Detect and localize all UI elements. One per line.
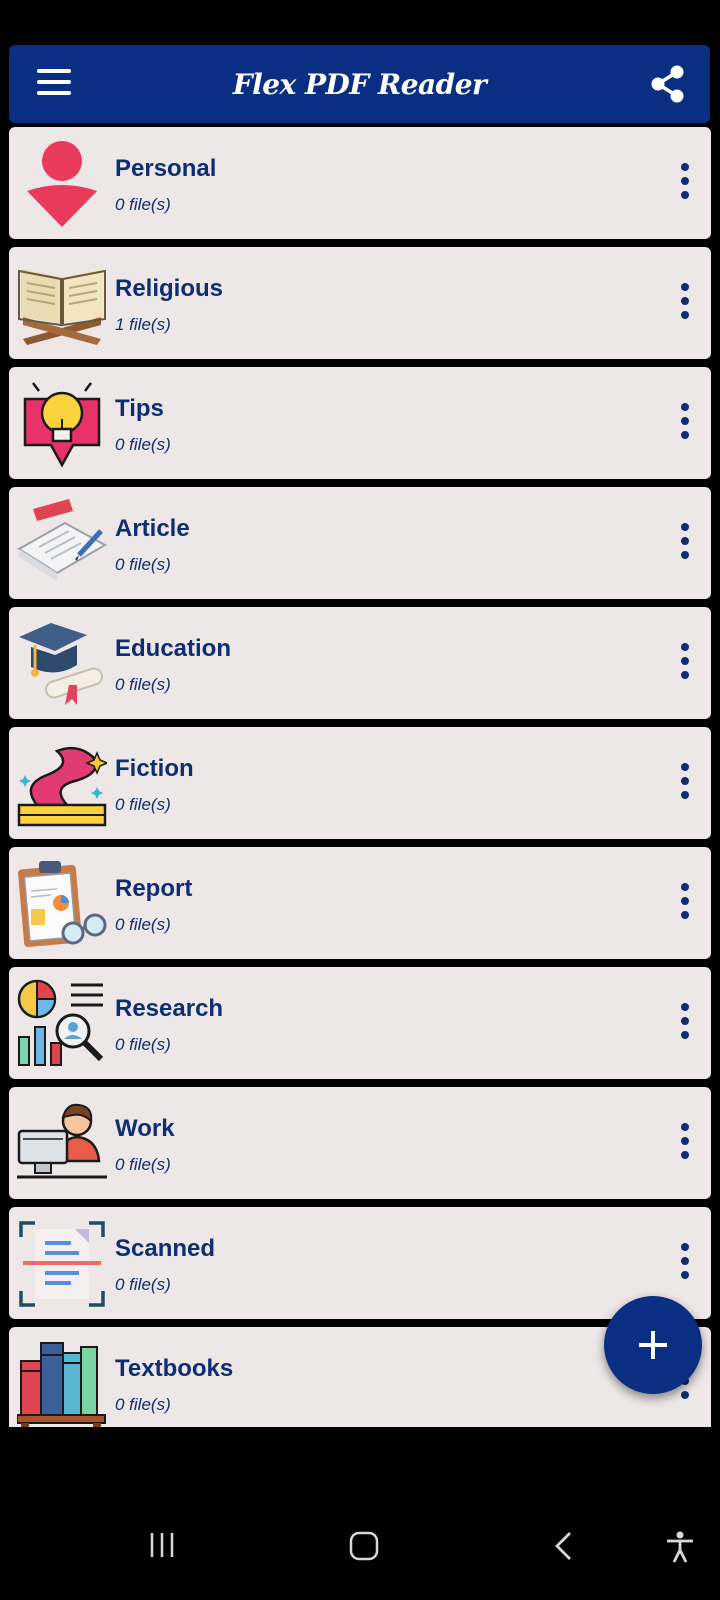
- category-name: Research: [115, 995, 224, 1022]
- category-file-count: 0 file(s): [115, 915, 171, 934]
- research-chart-icon: [17, 979, 107, 1069]
- hamburger-menu-icon[interactable]: [37, 69, 77, 99]
- home-icon[interactable]: [348, 1530, 380, 1567]
- category-name: Work: [115, 1115, 175, 1142]
- more-options-icon[interactable]: [677, 403, 693, 445]
- share-icon[interactable]: [648, 63, 688, 105]
- category-file-count: 0 file(s): [115, 1395, 171, 1414]
- accessibility-icon[interactable]: [664, 1530, 696, 1569]
- screen: Flex PDF Reader Personal 0 file(s) Relig…: [0, 0, 720, 1600]
- category-list: Personal 0 file(s) Religious 1 file(s) T…: [9, 127, 711, 1427]
- person-icon: [17, 139, 107, 229]
- category-file-count: 0 file(s): [115, 555, 171, 574]
- category-name: Textbooks: [115, 1355, 234, 1382]
- graduation-cap-icon: [17, 619, 107, 709]
- category-name: Scanned: [115, 1235, 216, 1262]
- category-card-personal[interactable]: Personal 0 file(s): [9, 127, 711, 239]
- category-file-count: 0 file(s): [115, 1155, 171, 1174]
- app-title: Flex PDF Reader: [232, 67, 487, 101]
- category-name: Religious: [115, 275, 224, 302]
- lightbulb-icon: [17, 379, 107, 469]
- category-file-count: 0 file(s): [115, 1035, 171, 1054]
- more-options-icon[interactable]: [677, 163, 693, 205]
- more-options-icon[interactable]: [677, 763, 693, 805]
- back-icon[interactable]: [552, 1530, 576, 1567]
- more-options-icon[interactable]: [677, 883, 693, 925]
- scanned-document-icon: [17, 1219, 107, 1309]
- report-clipboard-icon: [17, 859, 107, 949]
- category-name: Report: [115, 875, 193, 902]
- bookshelf-icon: [16, 1339, 107, 1427]
- more-options-icon[interactable]: [677, 283, 693, 325]
- plus-icon: [639, 1331, 667, 1359]
- magic-book-icon: [17, 739, 109, 829]
- more-options-icon[interactable]: [677, 1243, 693, 1285]
- more-options-icon[interactable]: [677, 643, 693, 685]
- category-card-fiction[interactable]: Fiction 0 file(s): [9, 727, 711, 839]
- category-card-work[interactable]: Work 0 file(s): [9, 1087, 711, 1199]
- category-card-religious[interactable]: Religious 1 file(s): [9, 247, 711, 359]
- category-file-count: 0 file(s): [115, 195, 171, 214]
- category-card-report[interactable]: Report 0 file(s): [9, 847, 711, 959]
- category-file-count: 0 file(s): [115, 675, 171, 694]
- category-card-education[interactable]: Education 0 file(s): [9, 607, 711, 719]
- article-paper-icon: [17, 499, 108, 589]
- more-options-icon[interactable]: [677, 1123, 693, 1165]
- category-card-tips[interactable]: Tips 0 file(s): [9, 367, 711, 479]
- category-file-count: 1 file(s): [115, 315, 171, 334]
- category-name: Tips: [115, 395, 164, 422]
- person-at-computer-icon: [17, 1099, 107, 1189]
- category-name: Article: [115, 515, 190, 542]
- category-file-count: 0 file(s): [115, 435, 171, 454]
- more-options-icon[interactable]: [677, 523, 693, 565]
- category-card-article[interactable]: Article 0 file(s): [9, 487, 711, 599]
- add-category-button[interactable]: [604, 1296, 702, 1394]
- system-navigation-bar: [0, 1500, 720, 1600]
- category-name: Personal: [115, 155, 217, 182]
- more-options-icon[interactable]: [677, 1003, 693, 1045]
- app-bar: Flex PDF Reader: [9, 45, 710, 123]
- recents-icon[interactable]: [148, 1530, 178, 1565]
- category-file-count: 0 file(s): [115, 795, 171, 814]
- category-file-count: 0 file(s): [115, 1275, 171, 1294]
- open-book-on-stand-icon: [17, 259, 107, 349]
- category-name: Education: [115, 635, 232, 662]
- category-card-research[interactable]: Research 0 file(s): [9, 967, 711, 1079]
- category-name: Fiction: [115, 755, 194, 782]
